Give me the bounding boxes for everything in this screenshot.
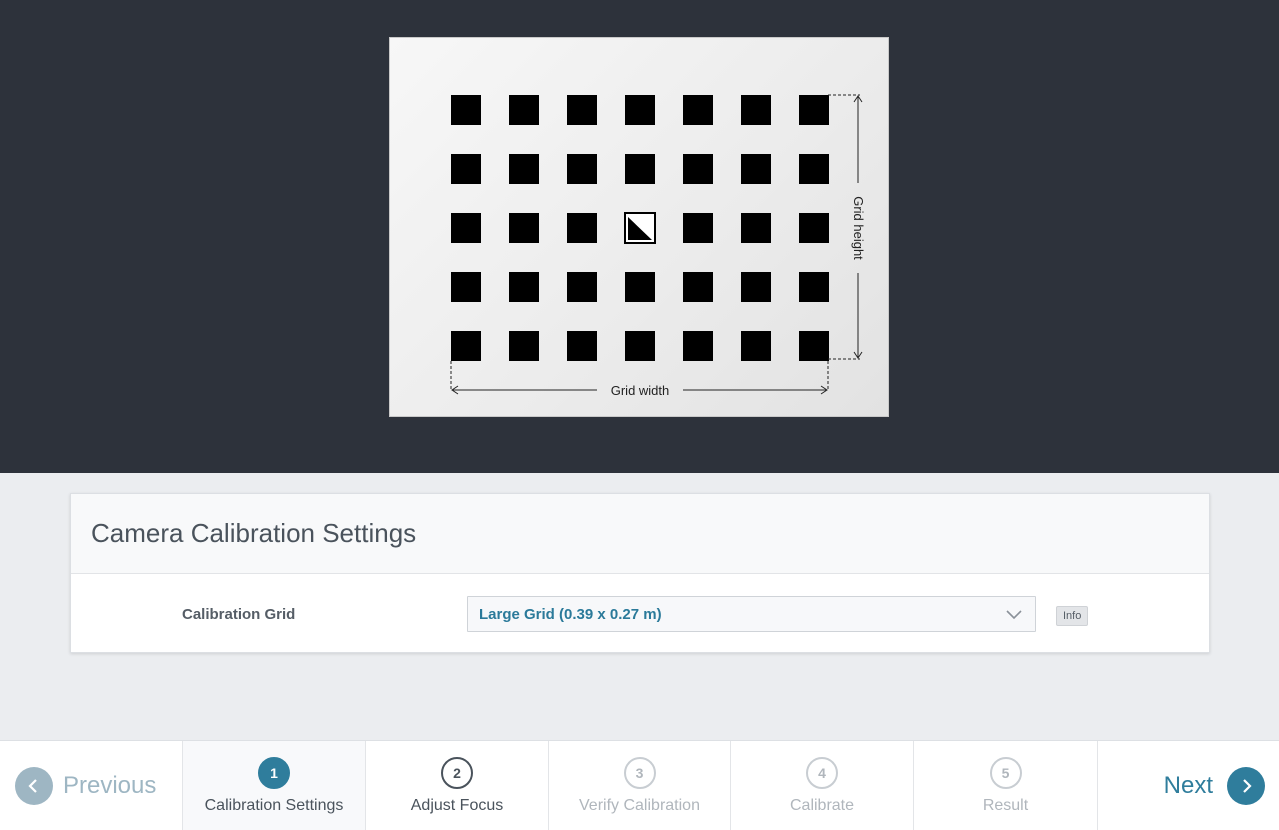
grid-square: [799, 213, 829, 243]
grid-square: [799, 154, 829, 184]
grid-width-label: Grid width: [611, 383, 670, 398]
step-number: 1: [258, 757, 290, 789]
chevron-left-icon: [15, 767, 53, 805]
grid-square: [799, 272, 829, 302]
grid-square: [451, 213, 481, 243]
grid-square: [567, 331, 597, 361]
chevron-right-icon: [1227, 767, 1265, 805]
grid-square: [509, 154, 539, 184]
next-button[interactable]: Next: [1097, 741, 1279, 830]
info-button[interactable]: Info: [1056, 606, 1089, 626]
panel-title: Camera Calibration Settings: [91, 518, 417, 548]
step-number: 3: [623, 757, 656, 789]
grid-square: [741, 154, 771, 184]
grid-square: [741, 272, 771, 302]
grid-square: [509, 272, 539, 302]
calibration-grid-selected-value: Large Grid (0.39 x 0.27 m): [479, 605, 662, 623]
grid-square: [451, 331, 481, 361]
calibration-grid-label: Calibration Grid: [182, 606, 296, 623]
grid-square: [683, 95, 713, 125]
grid-square: [451, 95, 481, 125]
grid-square: [683, 331, 713, 361]
grid-square: [625, 95, 655, 125]
step-calibration-settings[interactable]: 1 Calibration Settings: [182, 741, 365, 830]
grid-square: [683, 272, 713, 302]
calibration-settings-panel: Camera Calibration Settings Calibration …: [70, 493, 1210, 653]
grid-square: [741, 213, 771, 243]
step-calibrate[interactable]: 4 Calibrate: [730, 741, 913, 830]
grid-square: [509, 331, 539, 361]
grid-height-label: Grid height: [851, 196, 866, 260]
grid-square: [799, 331, 829, 361]
step-number: 5: [989, 757, 1022, 789]
grid-square: [567, 95, 597, 125]
calibration-grid-row: Calibration Grid Large Grid (0.39 x 0.27…: [71, 574, 1209, 652]
panel-header: Camera Calibration Settings: [71, 494, 1209, 574]
step-number: 2: [441, 757, 473, 789]
grid-square: [683, 154, 713, 184]
step-verify-calibration[interactable]: 3 Verify Calibration: [548, 741, 730, 830]
grid-square: [567, 272, 597, 302]
step-label: Calibration Settings: [204, 797, 344, 814]
next-label: Next: [1163, 772, 1213, 799]
grid-square: [625, 272, 655, 302]
step-label: Verify Calibration: [579, 797, 700, 814]
step-label: Result: [982, 797, 1029, 814]
grid-square: [741, 95, 771, 125]
grid-square: [741, 331, 771, 361]
calibration-preview: Grid width Grid height: [0, 0, 1279, 473]
grid-square: [799, 95, 829, 125]
grid-square: [567, 154, 597, 184]
grid-square: [625, 331, 655, 361]
grid-square: [509, 213, 539, 243]
step-label: Adjust Focus: [410, 797, 504, 814]
grid-square: [625, 154, 655, 184]
calibration-grid-select[interactable]: Large Grid (0.39 x 0.27 m): [467, 596, 1036, 632]
previous-label: Previous: [63, 772, 157, 799]
grid-square: [567, 213, 597, 243]
previous-button[interactable]: Previous: [0, 741, 183, 830]
grid-squares: [451, 95, 829, 361]
grid-square: [683, 213, 713, 243]
wizard-bar: Previous 1 Calibration Settings 2 Adjust…: [0, 740, 1279, 830]
step-result[interactable]: 5 Result: [913, 741, 1097, 830]
grid-square: [509, 95, 539, 125]
chevron-down-icon: [1006, 610, 1022, 620]
step-adjust-focus[interactable]: 2 Adjust Focus: [365, 741, 548, 830]
calibration-grid-diagram: Grid width Grid height: [450, 94, 866, 398]
calibration-board: Grid width Grid height: [389, 37, 889, 417]
step-label: Calibrate: [789, 797, 855, 814]
grid-square: [451, 154, 481, 184]
grid-square: [451, 272, 481, 302]
step-number: 4: [806, 757, 838, 789]
